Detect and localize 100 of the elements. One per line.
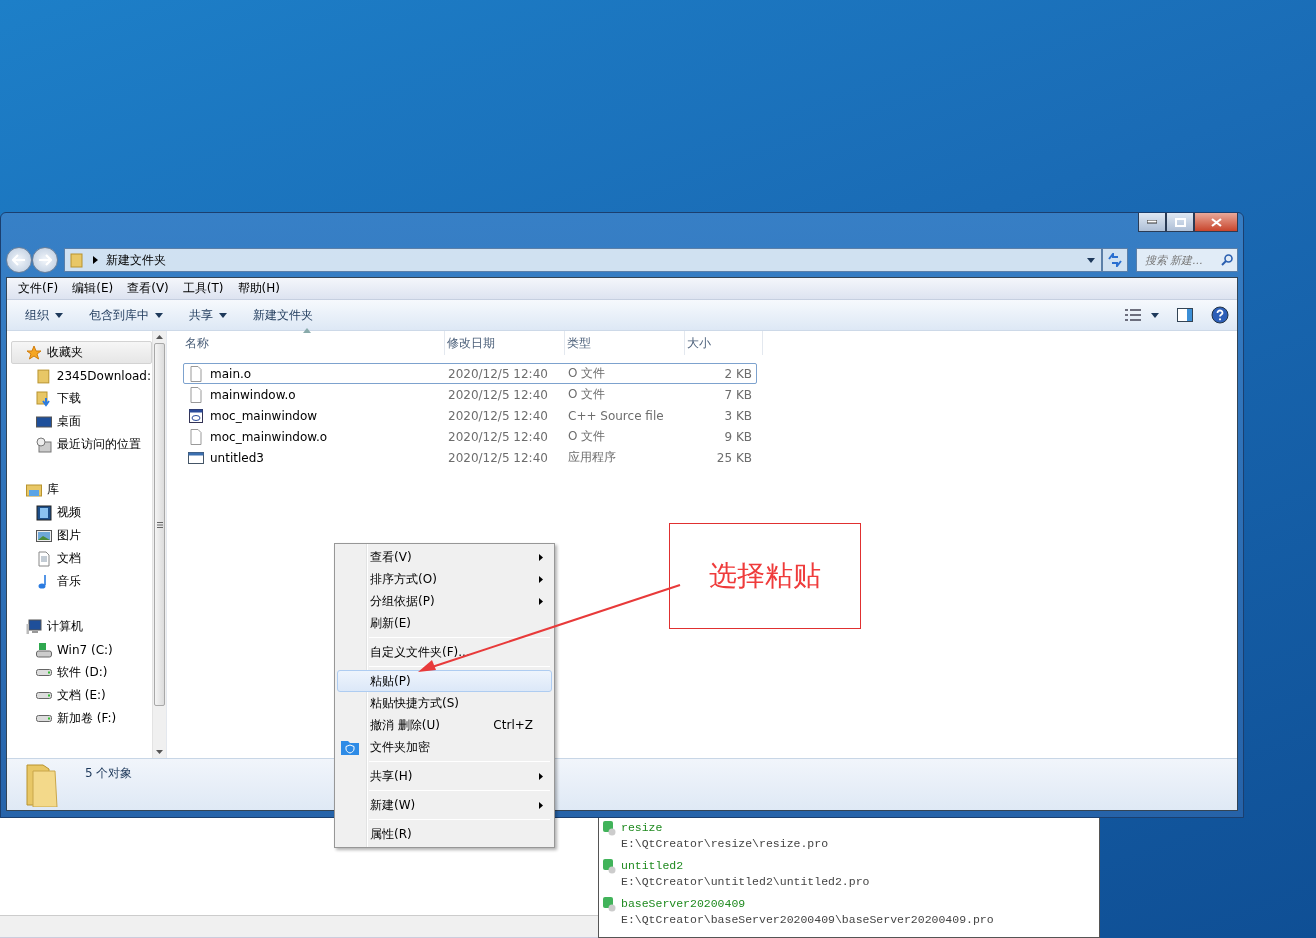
context-menu-item[interactable]: 粘贴快捷方式(S) [337, 692, 552, 714]
file-row[interactable]: mainwindow.o 2020/12/5 12:40 O 文件 7 KB [183, 384, 757, 405]
menu-item[interactable]: 工具(T) [175, 280, 231, 297]
system-drive-icon [36, 641, 52, 658]
navigation-item[interactable]: 最近访问的位置 [7, 433, 152, 456]
file-name: untitled3 [210, 450, 264, 465]
navigation-item[interactable]: 2345Download: [7, 364, 152, 387]
file-type: O 文件 [567, 365, 607, 382]
annotation-text: 选择粘贴 [709, 558, 821, 594]
navigation-item[interactable]: 新加卷 (F:) [7, 707, 152, 730]
arrow-right-icon [38, 254, 52, 266]
file-name: moc_mainwindow [210, 408, 318, 423]
file-name: main.o [210, 366, 252, 381]
navigation-item[interactable]: 文档 [7, 547, 152, 570]
navigation-item[interactable]: 下载 [7, 387, 152, 410]
qt-project-icon [603, 858, 617, 874]
qt-project-icon [603, 820, 617, 836]
document-icon [36, 550, 52, 567]
file-row[interactable]: main.o 2020/12/5 12:40 O 文件 2 KB [183, 363, 757, 384]
column-header[interactable]: 修改日期 [445, 331, 565, 355]
close-button[interactable] [1194, 213, 1238, 232]
caret-icon [55, 312, 63, 318]
column-header[interactable]: 大小 [685, 331, 763, 355]
file-icon [188, 386, 204, 403]
navigation-item[interactable]: 视频 [7, 501, 152, 524]
column-header[interactable]: 类型 [565, 331, 685, 355]
toolbar-button[interactable]: 共享 [179, 306, 237, 324]
toolbar-button[interactable]: 包含到库中 [79, 306, 173, 324]
toolbar-button[interactable]: 新建文件夹 [243, 306, 323, 324]
project-name[interactable]: resize [621, 820, 829, 836]
menu-item[interactable]: 文件(F) [11, 280, 66, 297]
file-size: 25 KB [715, 450, 753, 465]
details-view-icon [1125, 309, 1141, 321]
submenu-arrow-icon [539, 553, 543, 561]
context-menu-item[interactable]: 撤消 删除(U) Ctrl+Z [337, 714, 552, 736]
file-date: 2020/12/5 12:40 [447, 429, 549, 444]
column-header[interactable]: 名称 [183, 331, 445, 355]
library-icon [26, 481, 42, 498]
context-menu-item[interactable]: 刷新(E) [337, 612, 552, 634]
help-icon[interactable] [1211, 306, 1229, 324]
project-path: E:\QtCreator\untitled2\untitled2.pro [621, 874, 870, 890]
file-icon [188, 428, 204, 445]
view-options-button[interactable] [1125, 309, 1159, 321]
context-menu-item[interactable]: 属性(R) [337, 823, 552, 845]
minimize-button[interactable] [1138, 213, 1166, 232]
file-row[interactable]: moc_mainwindow 2020/12/5 12:40 C++ Source file 3 KB [183, 405, 757, 426]
back-button[interactable] [6, 247, 32, 273]
context-menu-item[interactable]: 新建(W) [337, 794, 552, 816]
context-menu-item[interactable]: 共享(H) [337, 765, 552, 787]
file-type: O 文件 [567, 386, 607, 403]
navigation-item[interactable]: 软件 (D:) [7, 661, 152, 684]
monitor-icon [36, 413, 52, 430]
context-menu-item[interactable]: 文件夹加密 [337, 736, 552, 758]
navigation-item[interactable]: 计算机 [7, 615, 152, 638]
folder-icon [36, 367, 52, 384]
file-size: 2 KB [723, 366, 753, 381]
caret-icon [155, 312, 163, 318]
project-name[interactable]: untitled2 [621, 858, 870, 874]
maximize-button[interactable] [1166, 213, 1194, 232]
file-row[interactable]: moc_mainwindow.o 2020/12/5 12:40 O 文件 9 KB [183, 426, 757, 447]
file-size: 7 KB [723, 387, 753, 402]
file-type: C++ Source file [567, 408, 665, 423]
menu-item[interactable]: 编辑(E) [65, 280, 121, 297]
search-field[interactable]: 搜索 新建... [1136, 248, 1238, 272]
toolbar-button[interactable]: 组织 [15, 306, 73, 324]
caret-icon [1151, 312, 1159, 318]
file-row[interactable]: untitled3 2020/12/5 12:40 应用程序 25 KB [183, 447, 757, 468]
caret-icon [219, 312, 227, 318]
refresh-button[interactable] [1102, 248, 1128, 272]
close-icon [1210, 217, 1222, 227]
file-name: moc_mainwindow.o [210, 429, 328, 444]
context-menu-item[interactable]: 排序方式(O) [337, 568, 552, 590]
context-menu-item[interactable]: 自定义文件夹(F)... [337, 641, 552, 663]
folder-download-icon [36, 390, 52, 407]
minimize-icon [1147, 220, 1157, 224]
project-name[interactable]: baseServer20200409 [621, 896, 994, 912]
context-menu-item[interactable]: 分组依据(P) [337, 590, 552, 612]
menu-item[interactable]: 查看(V) [120, 280, 176, 297]
navigation-item[interactable]: 桌面 [7, 410, 152, 433]
address-bar[interactable]: 新建文件夹 [64, 248, 1102, 272]
project-path: E:\QtCreator\resize\resize.pro [621, 836, 829, 852]
navigation-item[interactable]: 库 [7, 478, 152, 501]
context-menu-item[interactable]: 粘贴(P) [337, 670, 552, 692]
navigation-item[interactable]: 音乐 [7, 570, 152, 593]
preview-pane-icon[interactable] [1177, 308, 1193, 322]
file-type: O 文件 [567, 428, 607, 445]
navigation-item[interactable]: 收藏夹 [11, 341, 152, 364]
menu-item[interactable]: 帮助(H) [230, 280, 287, 297]
scrollbar-thumb[interactable] [154, 343, 165, 706]
grip-icon [156, 521, 163, 528]
picture-icon [36, 527, 52, 544]
computer-icon [26, 618, 42, 635]
navigation-item[interactable]: 图片 [7, 524, 152, 547]
forward-button[interactable] [32, 247, 58, 273]
scrollbar[interactable] [152, 331, 166, 758]
context-menu-item[interactable]: 查看(V) [337, 546, 552, 568]
file-date: 2020/12/5 12:40 [447, 387, 549, 402]
navigation-item[interactable]: Win7 (C:) [7, 638, 152, 661]
navigation-item[interactable]: 文档 (E:) [7, 684, 152, 707]
folder-icon [69, 252, 85, 268]
